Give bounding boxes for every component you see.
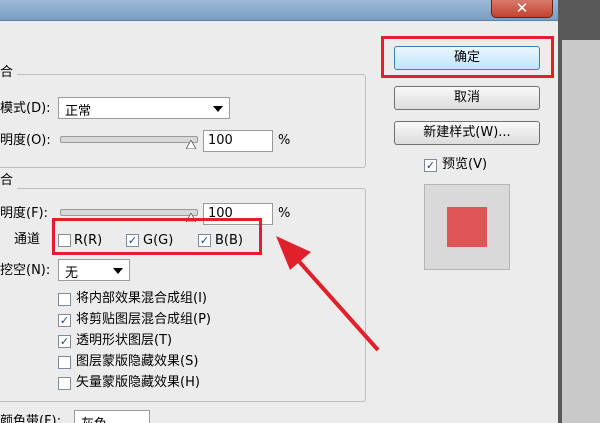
blending-options-dialog: ✕ 合 模式(D): 正常 明度(O): 100 % 合 明度(F): 100 …: [0, 0, 558, 423]
background-panel-inner: [562, 40, 600, 423]
annotation-arrow: [276, 236, 380, 352]
background-panel: [558, 0, 600, 423]
